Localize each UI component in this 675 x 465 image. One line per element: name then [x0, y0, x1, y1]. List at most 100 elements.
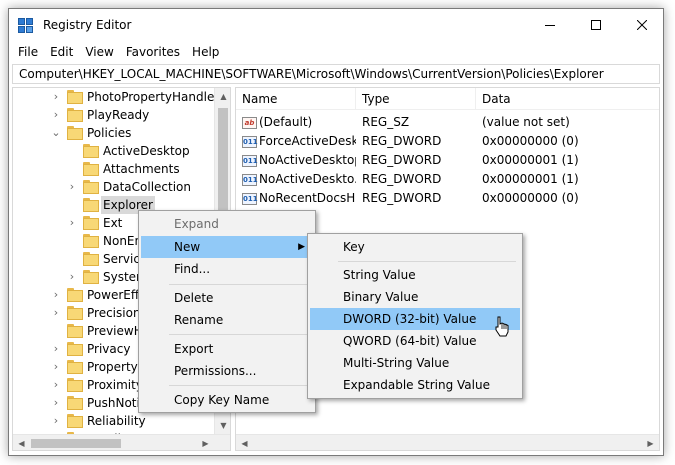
menu-item-delete[interactable]: Delete: [141, 287, 313, 309]
address-bar[interactable]: Computer\HKEY_LOCAL_MACHINE\SOFTWARE\Mic…: [12, 64, 660, 84]
submenu-item-expandable-string-value[interactable]: Expandable String Value: [310, 374, 520, 396]
submenu-item-dword-value[interactable]: DWORD (32-bit) Value: [310, 308, 520, 330]
maximize-icon: [591, 20, 601, 30]
tree-hscroll-thumb[interactable]: [31, 439, 121, 448]
expand-chevron-icon[interactable]: ›: [51, 394, 61, 412]
collapse-chevron-icon[interactable]: ⌄: [51, 124, 61, 142]
tree-horizontal-scrollbar[interactable]: ◀ ▶: [13, 434, 230, 450]
value-name: ForceActiveDesk...: [259, 134, 356, 148]
value-row[interactable]: 011ForceActiveDesk... REG_DWORD 0x00000000…: [236, 132, 659, 151]
tree-item[interactable]: › PhotoPropertyHandler: [13, 88, 230, 106]
folder-icon: [83, 234, 99, 248]
menu-bar: File Edit View Favorites Help: [9, 41, 663, 63]
tree-item-label: Policies: [87, 126, 132, 140]
folder-icon: [83, 180, 99, 194]
expand-chevron-icon[interactable]: ›: [51, 358, 61, 376]
value-type: REG_SZ: [362, 115, 410, 129]
value-row[interactable]: 011NoRecentDocsH... REG_DWORD 0x00000000 (…: [236, 189, 659, 208]
scroll-down-arrow-icon[interactable]: ▼: [215, 417, 230, 434]
value-name-cell: 011NoRecentDocsH...: [242, 189, 356, 208]
value-row[interactable]: 011NoActiveDeskto... REG_DWORD 0x00000001 …: [236, 170, 659, 189]
tree-item[interactable]: ⌄ Policies: [13, 124, 230, 142]
new-submenu: Key String Value Binary Value DWORD (32-…: [307, 233, 523, 399]
value-name-cell: 011ForceActiveDesk...: [242, 132, 356, 151]
expand-chevron-icon[interactable]: ›: [51, 88, 61, 106]
tree-item[interactable]: › DataCollection: [13, 178, 230, 196]
menu-separator: [338, 261, 516, 262]
expand-chevron-icon[interactable]: ›: [51, 412, 61, 430]
value-data: 0x00000000 (0): [482, 134, 579, 148]
folder-icon: [83, 252, 99, 266]
menu-item-expand[interactable]: Expand: [141, 213, 313, 235]
close-button[interactable]: [619, 9, 663, 41]
scroll-right-arrow-icon[interactable]: ▶: [197, 435, 214, 450]
scroll-left-arrow-icon[interactable]: ◀: [236, 435, 253, 450]
expand-chevron-icon[interactable]: ›: [67, 268, 77, 286]
submenu-item-multi-string-value[interactable]: Multi-String Value: [310, 352, 520, 374]
expand-chevron-icon[interactable]: ›: [51, 340, 61, 358]
mouse-cursor-icon: [495, 316, 509, 337]
menu-edit[interactable]: Edit: [44, 42, 79, 62]
value-data: 0x00000001 (1): [482, 153, 579, 167]
menu-item-rename[interactable]: Rename: [141, 309, 313, 331]
expand-chevron-icon[interactable]: ›: [67, 214, 77, 232]
column-header-data[interactable]: Data: [476, 88, 659, 110]
folder-icon: [67, 342, 83, 356]
tree-item[interactable]: › PlayReady: [13, 106, 230, 124]
tree-item[interactable]: › Reliability: [13, 412, 230, 430]
menu-view[interactable]: View: [79, 42, 119, 62]
folder-icon: [83, 198, 99, 212]
menu-item-new-label: New: [174, 240, 201, 254]
submenu-item-qword-value[interactable]: QWORD (64-bit) Value: [310, 330, 520, 352]
menu-item-copy-key-name[interactable]: Copy Key Name: [141, 389, 313, 411]
value-name: NoActiveDeskto...: [259, 172, 356, 186]
menu-file[interactable]: File: [12, 42, 44, 62]
registry-editor-icon: [18, 18, 34, 34]
value-data: (value not set): [482, 115, 570, 129]
scroll-right-arrow-icon[interactable]: ▶: [642, 435, 659, 450]
dword-value-icon: 011: [242, 154, 258, 167]
scroll-up-arrow-icon[interactable]: ▲: [215, 88, 230, 105]
scroll-left-arrow-icon[interactable]: ◀: [13, 435, 30, 450]
menu-item-export[interactable]: Export: [141, 338, 313, 360]
tree-item[interactable]: Attachments: [13, 160, 230, 178]
menu-help[interactable]: Help: [186, 42, 225, 62]
value-row[interactable]: ab (Default) REG_SZ (value not set): [236, 113, 659, 132]
string-value-icon: ab: [242, 116, 257, 129]
tree-item-label: PhotoPropertyHandler: [87, 90, 220, 104]
folder-icon: [83, 162, 99, 176]
value-type: REG_DWORD: [362, 191, 442, 205]
tree-item-label: Ext: [103, 216, 123, 230]
submenu-item-binary-value[interactable]: Binary Value: [310, 286, 520, 308]
column-header-name[interactable]: Name: [236, 88, 356, 110]
expand-chevron-icon[interactable]: ›: [67, 178, 77, 196]
column-header-type[interactable]: Type: [356, 88, 476, 110]
tree-item[interactable]: ActiveDesktop: [13, 142, 230, 160]
value-row[interactable]: 011NoActiveDesktop REG_DWORD 0x00000001 (1…: [236, 151, 659, 170]
expand-chevron-icon[interactable]: ›: [51, 376, 61, 394]
value-name: NoRecentDocsH...: [259, 191, 356, 205]
close-icon: [637, 20, 647, 30]
expand-chevron-icon[interactable]: ›: [51, 106, 61, 124]
value-name: (Default): [259, 115, 313, 129]
folder-icon: [67, 288, 83, 302]
list-header: Name Type Data: [236, 88, 659, 110]
minimize-button[interactable]: [527, 9, 573, 41]
value-name-cell: ab (Default): [242, 113, 356, 132]
folder-icon: [67, 414, 83, 428]
expand-chevron-icon[interactable]: ›: [51, 304, 61, 322]
menu-item-new[interactable]: New ▶: [141, 236, 313, 258]
menu-item-find[interactable]: Find...: [141, 258, 313, 280]
submenu-item-string-value[interactable]: String Value: [310, 264, 520, 286]
folder-icon: [67, 378, 83, 392]
value-type: REG_DWORD: [362, 172, 442, 186]
list-horizontal-scrollbar[interactable]: ◀ ▶: [236, 434, 659, 450]
submenu-item-key[interactable]: Key: [310, 236, 520, 258]
maximize-button[interactable]: [573, 9, 619, 41]
menu-favorites[interactable]: Favorites: [120, 42, 186, 62]
title-bar[interactable]: Registry Editor: [9, 9, 663, 41]
menu-item-permissions[interactable]: Permissions...: [141, 360, 313, 382]
expand-chevron-icon[interactable]: ›: [51, 286, 61, 304]
minimize-icon: [545, 25, 555, 26]
key-context-menu: Expand New ▶ Find... Delete Rename Expor…: [138, 210, 316, 413]
